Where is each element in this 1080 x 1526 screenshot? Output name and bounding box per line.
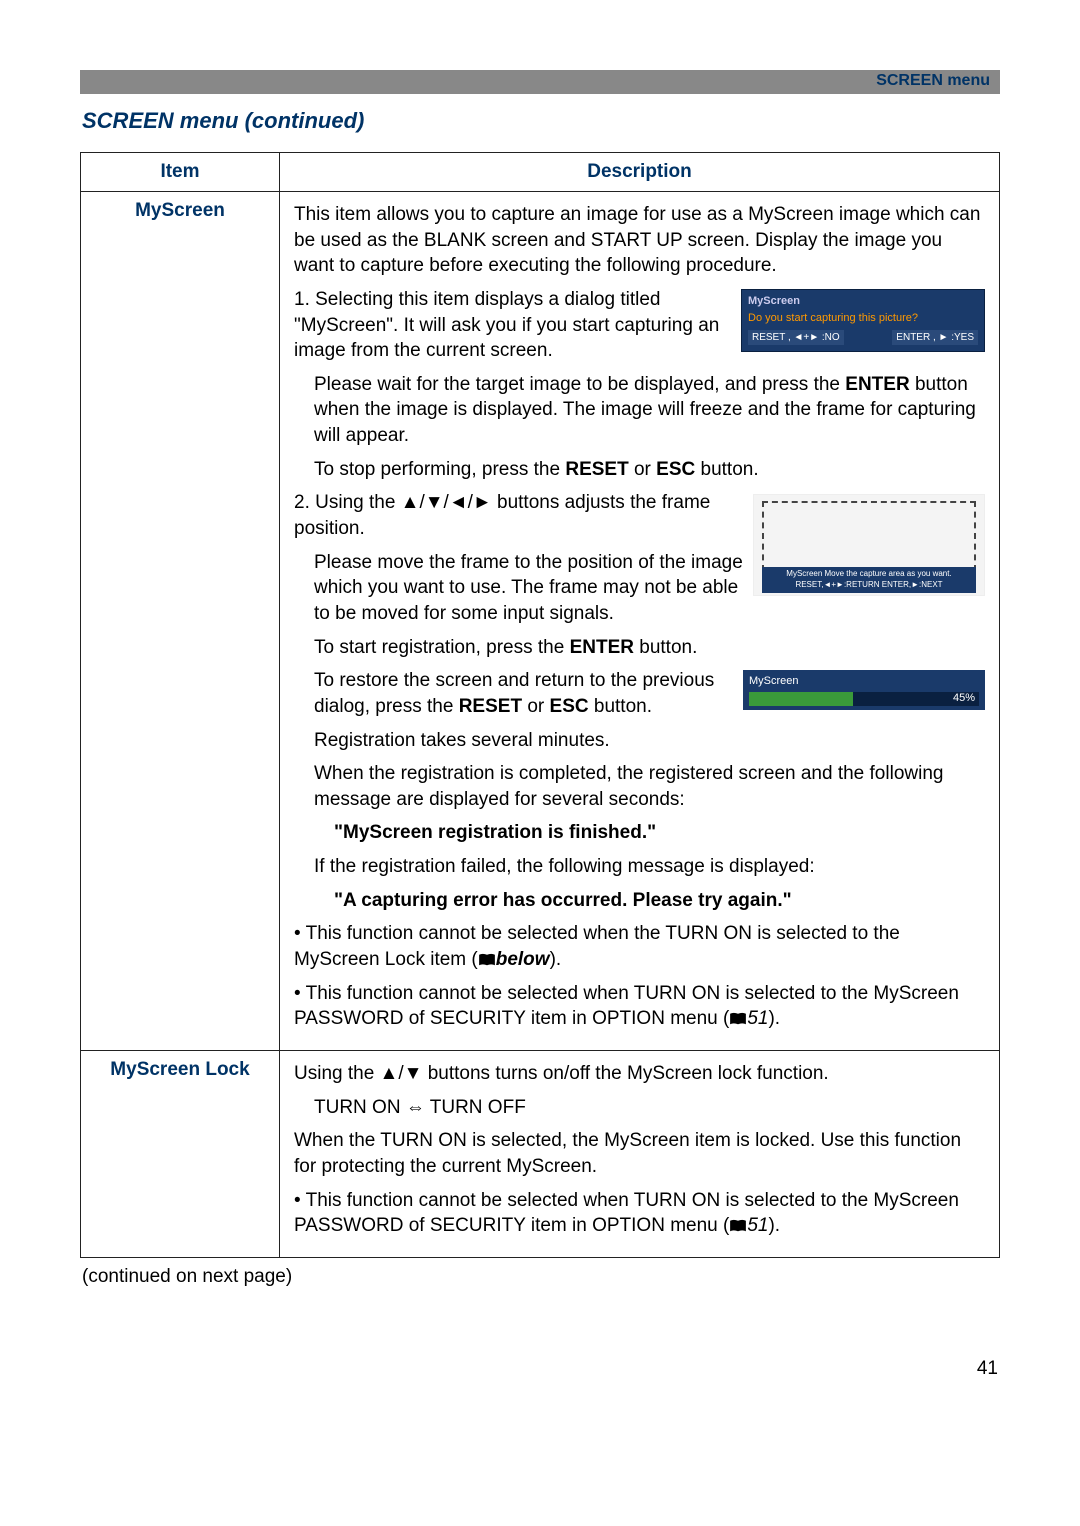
col-header-item: Item [81, 153, 280, 192]
lock-line2: When the TURN ON is selected, the MyScre… [294, 1128, 985, 1179]
result-success-msg: "MyScreen registration is finished." [334, 820, 985, 846]
step2-start-text: To start registration, press the ENTER b… [314, 635, 985, 661]
progress-bar: 45% [749, 692, 979, 706]
note2: • This function cannot be selected when … [294, 981, 985, 1032]
step2-duration-text: Registration takes several minutes. [314, 728, 985, 754]
dashed-frame [762, 501, 976, 571]
frame-diagram-illustration: MyScreen Move the capture area as you wa… [753, 494, 985, 596]
col-header-description: Description [280, 153, 1000, 192]
progress-title: MyScreen [749, 674, 979, 689]
table-row: MyScreen Lock Using the ▲/▼ buttons turn… [81, 1050, 1000, 1257]
result-fail-intro: If the registration failed, the followin… [314, 854, 985, 880]
step1-enter-text: Please wait for the target image to be d… [314, 372, 985, 449]
continued-note: (continued on next page) [82, 1266, 1000, 1288]
book-icon [729, 1012, 747, 1026]
book-icon [478, 953, 496, 967]
frame-diagram-caption: MyScreen Move the capture area as you wa… [762, 567, 976, 593]
progress-percent: 45% [953, 691, 975, 706]
dialog-question: Do you start capturing this picture? [748, 311, 978, 326]
intro-text: This item allows you to capture an image… [294, 202, 985, 279]
result-fail-msg: "A capturing error has occurred. Please … [334, 888, 985, 914]
myscreen-dialog-illustration: MyScreen Do you start capturing this pic… [741, 289, 985, 352]
item-name-myscreen: MyScreen [81, 192, 280, 1051]
lock-line1: Using the ▲/▼ buttons turns on/off the M… [294, 1061, 985, 1087]
description-myscreen-lock: Using the ▲/▼ buttons turns on/off the M… [280, 1050, 1000, 1257]
book-icon [729, 1219, 747, 1233]
page-number: 41 [80, 1358, 1000, 1380]
main-table: Item Description MyScreen This item allo… [80, 152, 1000, 1258]
lock-note: • This function cannot be selected when … [294, 1188, 985, 1239]
result-success-intro: When the registration is completed, the … [314, 761, 985, 812]
step1-stop-text: To stop performing, press the RESET or E… [314, 457, 985, 483]
progress-dialog-illustration: MyScreen 45% [743, 670, 985, 710]
dialog-yes-button: ENTER , ► :YES [892, 330, 978, 346]
section-title: SCREEN menu (continued) [82, 108, 1000, 134]
dialog-no-button: RESET , ◄+► :NO [748, 330, 844, 346]
dialog-title: MyScreen [748, 294, 978, 309]
lock-toggle: TURN ON ⇔ TURN OFF [314, 1095, 985, 1121]
description-myscreen: This item allows you to capture an image… [280, 192, 1000, 1051]
table-row: MyScreen This item allows you to capture… [81, 192, 1000, 1051]
header-menu-label: SCREEN menu [876, 72, 990, 90]
header-bar: SCREEN menu [80, 70, 1000, 94]
item-name-myscreen-lock: MyScreen Lock [81, 1050, 280, 1257]
note1: • This function cannot be selected when … [294, 921, 985, 972]
